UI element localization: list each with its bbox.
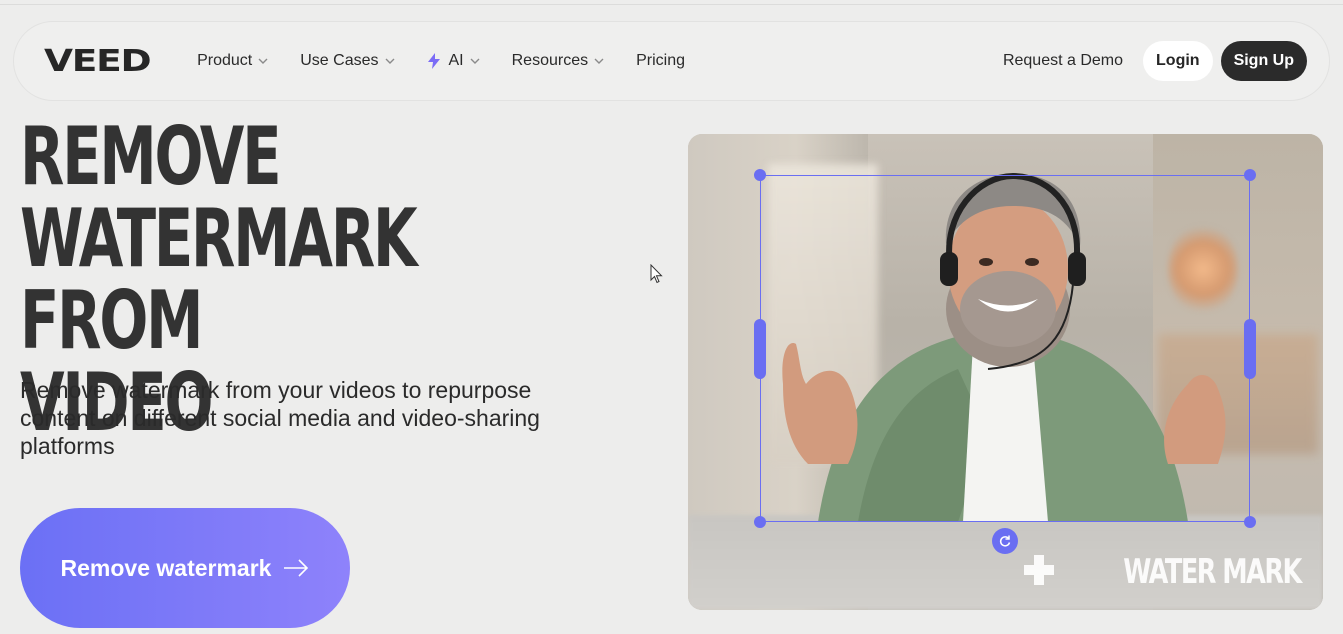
nav-item-label: Resources xyxy=(511,52,589,69)
chevron-down-icon xyxy=(258,56,268,66)
plus-cross-icon xyxy=(1024,554,1055,590)
lightning-bolt-icon xyxy=(427,53,441,69)
veed-logo[interactable]: VEED xyxy=(44,44,152,79)
nav-actions: Request a Demo Login Sign Up xyxy=(1003,41,1307,81)
nav-menu: Product Use Cases AI Resources Pricing xyxy=(197,52,717,70)
rotate-icon[interactable] xyxy=(992,528,1018,554)
watermark-selection-box[interactable] xyxy=(754,169,1256,528)
hero-subtitle: Remove watermark from your videos to rep… xyxy=(20,377,540,459)
resize-handle-bottom-left[interactable] xyxy=(754,516,766,528)
nav-item-pricing[interactable]: Pricing xyxy=(636,52,685,70)
chevron-down-icon xyxy=(470,56,480,66)
resize-handle-left[interactable] xyxy=(754,319,766,379)
nav-item-use-cases[interactable]: Use Cases xyxy=(300,52,394,70)
nav-item-label: Pricing xyxy=(636,52,686,69)
resize-handle-top-right[interactable] xyxy=(1244,169,1256,181)
remove-watermark-button[interactable]: Remove watermark xyxy=(20,508,350,628)
top-divider xyxy=(0,4,1343,5)
hero-title-line: WATERMARK FROM xyxy=(20,192,418,367)
nav-item-resources[interactable]: Resources xyxy=(512,52,604,70)
nav-item-product[interactable]: Product xyxy=(197,52,268,70)
watermark-text: WATER MARK xyxy=(1123,552,1302,592)
arrow-right-icon xyxy=(283,559,309,577)
resize-handle-top-left[interactable] xyxy=(754,169,766,181)
mouse-cursor-icon xyxy=(650,263,664,289)
hero-title-line: REMOVE xyxy=(20,110,282,203)
chevron-down-icon xyxy=(385,56,395,66)
chevron-down-icon xyxy=(594,56,604,66)
top-navigation: VEED Product Use Cases AI Resources Pric… xyxy=(13,21,1330,101)
watermark-overlay: WATER MARK xyxy=(1024,552,1302,592)
nav-item-ai[interactable]: AI xyxy=(427,52,480,70)
request-demo-link[interactable]: Request a Demo xyxy=(1003,52,1123,70)
nav-item-label: Product xyxy=(197,52,253,69)
video-preview[interactable]: WATER MARK xyxy=(688,134,1323,610)
nav-item-label: AI xyxy=(448,52,464,69)
cta-label: Remove watermark xyxy=(60,554,272,581)
resize-handle-right[interactable] xyxy=(1244,319,1256,379)
signup-button[interactable]: Sign Up xyxy=(1220,41,1307,81)
login-button[interactable]: Login xyxy=(1143,41,1213,81)
resize-handle-bottom-right[interactable] xyxy=(1244,516,1256,528)
nav-item-label: Use Cases xyxy=(300,52,379,69)
